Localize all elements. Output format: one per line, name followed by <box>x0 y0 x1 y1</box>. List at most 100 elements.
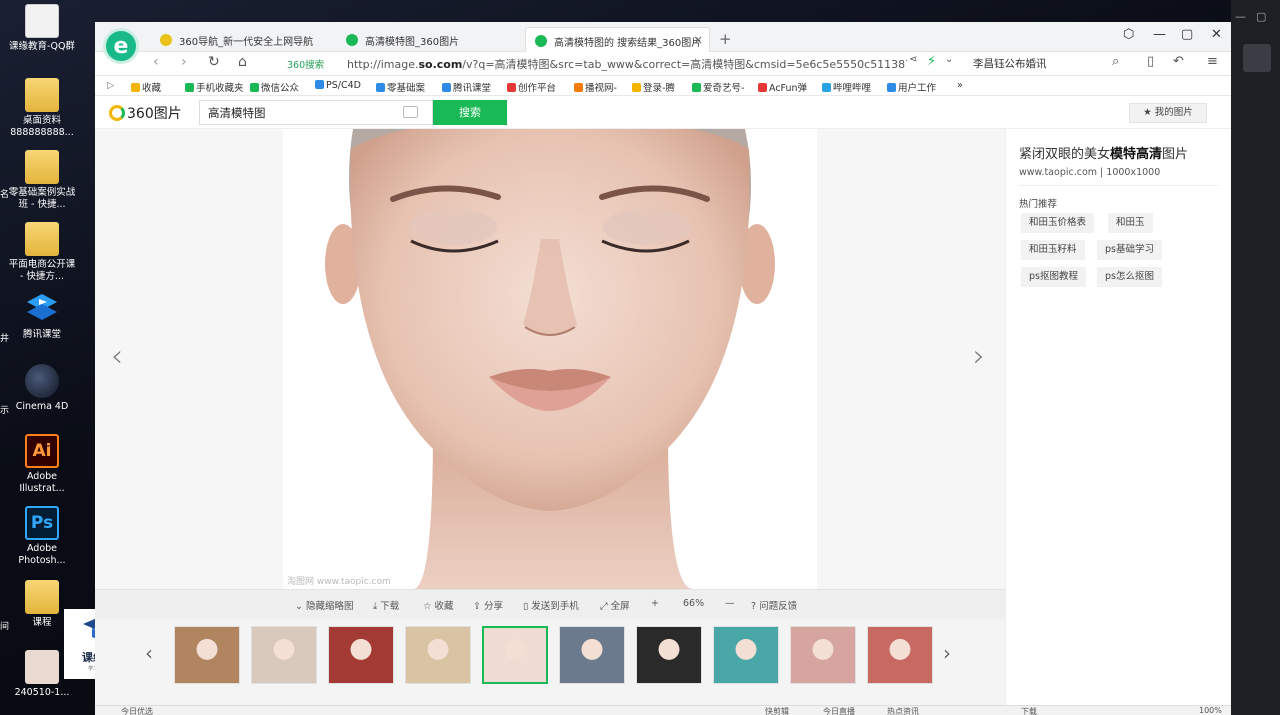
folder-icon <box>25 150 59 184</box>
bookmark-item[interactable]: 手机收藏夹 <box>185 80 244 94</box>
photo-watermark: 淘图网 www.taopic.com <box>287 575 391 587</box>
menu-icon[interactable]: ≡ <box>1207 54 1218 69</box>
bookmark-item[interactable]: 腾讯课堂 <box>442 80 491 94</box>
image-viewer-page: 360图片 搜索 ★ 我的图片 ‹ <box>95 96 1231 715</box>
hot-tag[interactable]: 和田玉价格表 <box>1021 213 1095 233</box>
toolbar-fullscreen[interactable]: ⤢ 全屏 <box>600 598 630 612</box>
thumbnail[interactable] <box>174 626 240 684</box>
bookmark-label: 哔哩哔哩 <box>833 83 872 94</box>
hot-tag[interactable]: ps抠图教程 <box>1021 267 1086 287</box>
lightning-icon[interactable]: ⚡ <box>927 54 936 69</box>
refresh-icon[interactable]: ↻ <box>208 54 220 70</box>
site-header: 360图片 搜索 ★ 我的图片 <box>95 96 1231 129</box>
bookmark-item[interactable]: 收藏 <box>131 80 161 94</box>
bookmark-icon <box>442 83 451 92</box>
toolbar-phone[interactable]: ▯ 发送到手机 <box>523 598 579 612</box>
toolbar-question[interactable]: ? 问题反馈 <box>751 598 797 612</box>
bookmark-item[interactable]: 登录-腾 <box>632 80 675 94</box>
hot-tag[interactable]: ps怎么抠图 <box>1097 267 1162 287</box>
thumbnail[interactable] <box>405 626 471 684</box>
url-text[interactable]: http://image.so.com/v?q=高清模特图&src=tab_ww… <box>347 56 907 72</box>
search-icon[interactable]: ⌕ <box>1112 54 1119 69</box>
image-source[interactable]: www.taopic.com <box>1019 167 1097 178</box>
status-item[interactable]: 100% <box>1199 706 1222 715</box>
prev-image-arrow[interactable]: ‹ <box>111 339 123 374</box>
toolbar-chevron-down[interactable]: ⌄ 隐藏缩略图 <box>295 598 354 612</box>
browser-tab[interactable]: 高清模特图_360图片 <box>337 27 517 52</box>
my-images-button[interactable]: ★ 我的图片 <box>1129 103 1207 123</box>
bookmark-item[interactable]: PS/C4D <box>315 80 361 91</box>
bookmark-item[interactable]: 哔哩哔哩 <box>822 80 871 94</box>
desktop-icon[interactable]: Ps Adobe Photosh... <box>6 506 78 567</box>
desktop-icon[interactable]: 腾讯课堂 <box>6 292 78 341</box>
chevron-down-icon[interactable]: ⌄ <box>945 54 953 65</box>
desktop-icon[interactable]: 课缘教育-QQ群 <box>6 4 78 53</box>
thumbnail[interactable] <box>790 626 856 684</box>
bookmark-item[interactable]: 微信公众 <box>250 80 299 94</box>
bookmark-item[interactable]: AcFun弹 <box>758 80 807 94</box>
status-item[interactable]: 快剪辑 <box>765 706 789 715</box>
image-info-panel: 紧闭双眼的美女模特高清图片 www.taopic.com | 1000x1000… <box>1005 129 1231 715</box>
thumbnail[interactable] <box>636 626 702 684</box>
bookmark-icon <box>507 83 516 92</box>
thumb-prev-arrow[interactable]: ‹ <box>145 641 153 665</box>
skin-icon[interactable]: ⬡ <box>1123 27 1134 42</box>
thumb-next-arrow[interactable]: › <box>943 641 951 665</box>
thumbnail[interactable] <box>867 626 933 684</box>
bookmark-item[interactable]: 用户工作 <box>887 80 936 94</box>
home-icon[interactable]: ⌂ <box>238 54 247 70</box>
status-item[interactable]: 热点资讯 <box>887 706 919 715</box>
new-tab-button[interactable]: + <box>719 30 732 48</box>
undo-icon[interactable]: ↶ <box>1173 54 1184 69</box>
browser-tab[interactable]: 360导航_新一代安全上网导航 <box>151 27 331 52</box>
desktop-icon[interactable]: Cinema 4D <box>6 364 78 413</box>
thumbnail[interactable] <box>713 626 779 684</box>
reader-icon[interactable]: ▯ <box>1147 54 1154 69</box>
status-item[interactable]: 今日直播 <box>823 706 855 715</box>
desktop-icon[interactable]: 平面电商公开课 - 快捷方... <box>6 222 78 283</box>
close-button[interactable]: ✕ <box>1211 27 1222 42</box>
hot-tag[interactable]: ps基础学习 <box>1097 240 1162 260</box>
sidebar-toggle-icon[interactable]: ▷ <box>107 80 114 91</box>
desktop-icon[interactable]: 桌面资料888888888... <box>6 78 78 139</box>
bookmarks-more-button[interactable]: » <box>957 80 963 91</box>
search-button[interactable]: 搜索 <box>433 100 507 125</box>
tab-close-icon[interactable]: × <box>693 33 703 47</box>
search-input[interactable] <box>199 100 433 125</box>
divider <box>1019 185 1219 186</box>
desktop-icon[interactable]: 零基础案例实战班 - 快捷... <box>6 150 78 211</box>
thumbnail[interactable] <box>559 626 625 684</box>
bookmark-item[interactable]: 创作平台 <box>507 80 556 94</box>
bookmark-item[interactable]: 播视网- <box>574 80 617 94</box>
toolbar-share[interactable]: ⇪ 分享 <box>473 598 503 612</box>
next-image-arrow[interactable]: › <box>973 339 985 374</box>
background-app-icon[interactable] <box>1243 44 1271 72</box>
maximize-button[interactable]: ▢ <box>1181 27 1193 42</box>
minimize-button[interactable]: — <box>1153 27 1166 42</box>
hot-tag[interactable]: 和田玉籽料 <box>1021 240 1085 260</box>
camera-icon[interactable] <box>403 106 418 118</box>
bookmark-label: PS/C4D <box>326 80 361 91</box>
url-field[interactable]: 360搜索 http://image.so.com/v?q=高清模特图&src=… <box>281 53 951 74</box>
thumbnail[interactable] <box>251 626 317 684</box>
site-logo[interactable]: 360图片 <box>109 103 182 123</box>
forward-icon[interactable]: › <box>181 54 187 70</box>
toolbar-zoom-in[interactable]: + <box>651 598 659 609</box>
status-item[interactable]: 今日优选 <box>121 706 153 715</box>
bookmark-item[interactable]: 爱奇艺号- <box>692 80 744 94</box>
toolbar-zoom-out[interactable]: — <box>725 598 735 609</box>
browser-logo-icon[interactable]: e <box>103 28 139 64</box>
thumbnail[interactable] <box>482 626 548 684</box>
share-icon[interactable]: ⋖ <box>909 54 917 65</box>
desktop-icon[interactable]: Ai Adobe Illustrat... <box>6 434 78 495</box>
browser-tab[interactable]: 高清模特图的 搜索结果_360图片 × <box>525 27 710 52</box>
status-item[interactable]: 下载 <box>1021 706 1037 715</box>
back-icon[interactable]: ‹ <box>153 54 159 70</box>
hot-search-hint[interactable]: 李昌钰公布婚讯 <box>973 56 1047 71</box>
thumbnail[interactable] <box>328 626 394 684</box>
main-photo[interactable]: 淘图网 www.taopic.com <box>283 129 817 589</box>
toolbar-download[interactable]: ⤓ 下载 <box>373 598 399 612</box>
toolbar-star[interactable]: ☆ 收藏 <box>423 598 454 612</box>
bookmark-item[interactable]: 零基础案 <box>376 80 425 94</box>
hot-tag[interactable]: 和田玉 <box>1108 213 1153 233</box>
